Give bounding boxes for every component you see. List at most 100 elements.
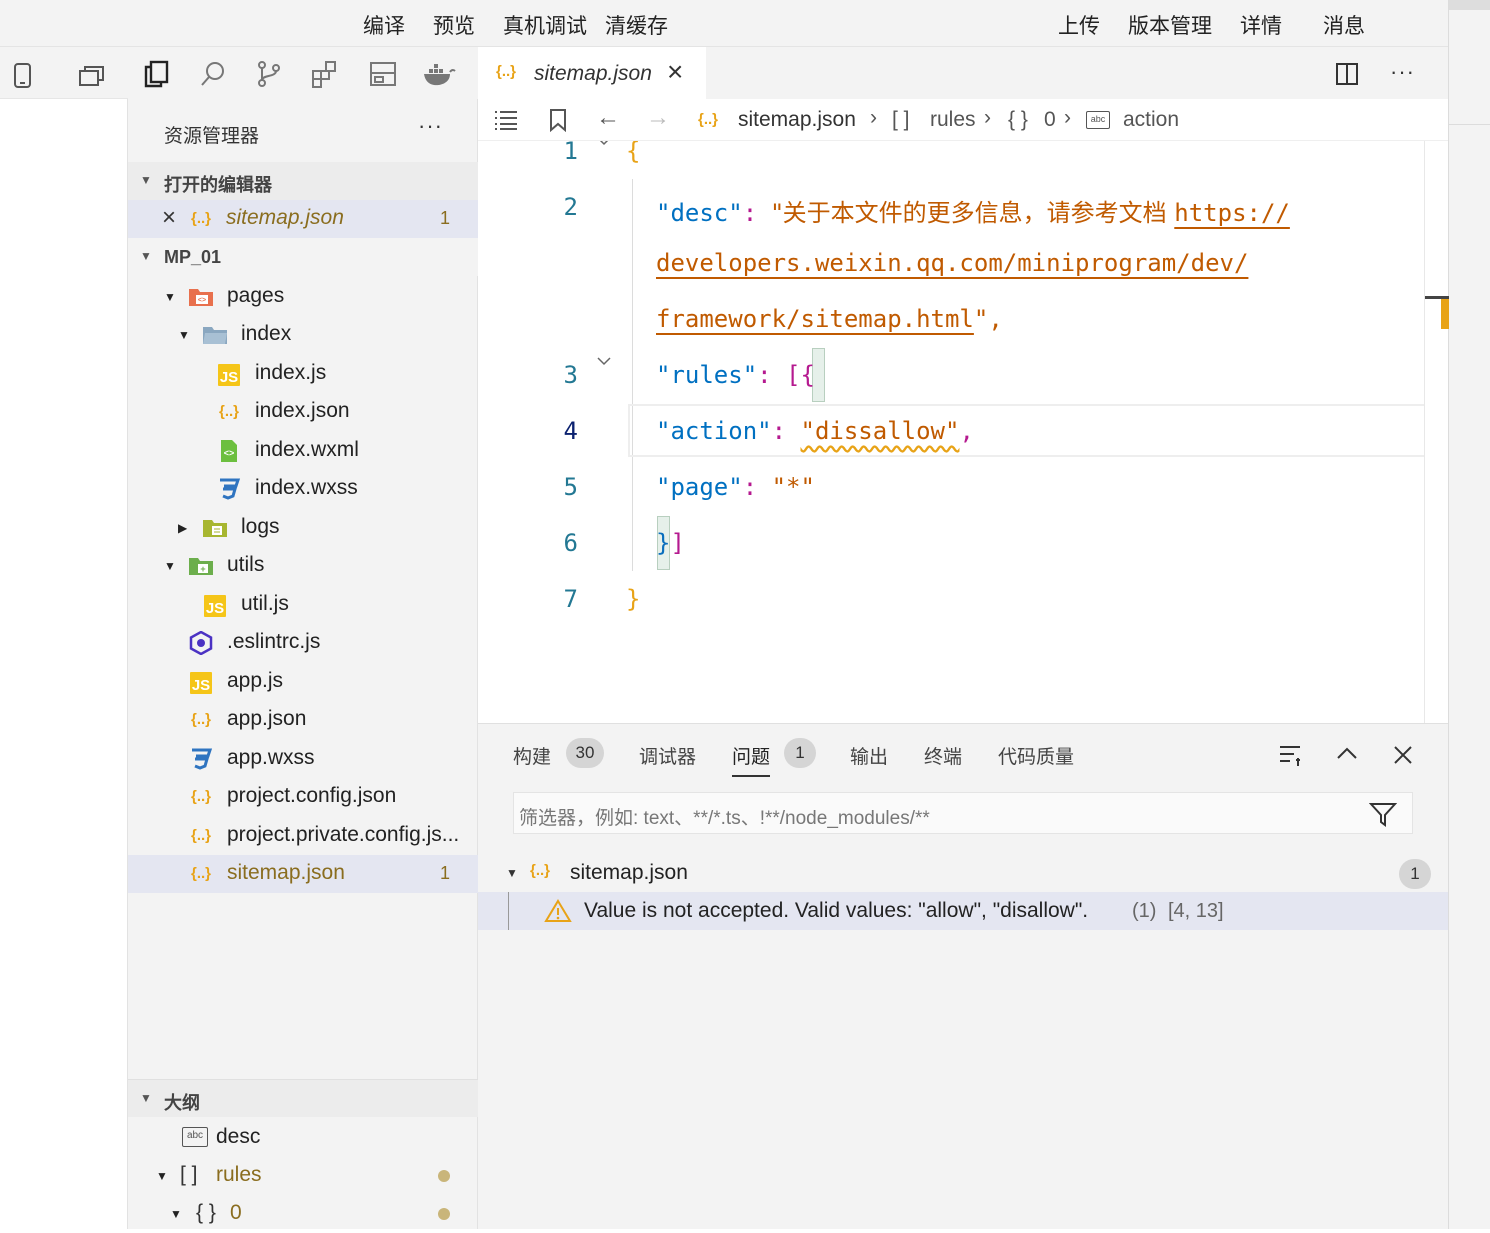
back-arrow-icon[interactable]: ← <box>596 104 620 132</box>
svg-text:+: + <box>200 564 205 574</box>
breadcrumb-index[interactable]: 0 <box>1044 108 1056 132</box>
tree-item-app-json[interactable]: {..} app.json <box>128 701 478 739</box>
filter-placeholder: 筛选器，例如: text、**/*.ts、!**/node_modules/** <box>519 808 930 829</box>
tree-item-label: project.private.config.js... <box>227 823 460 846</box>
preview-button[interactable]: 预览 <box>433 10 475 40</box>
source-control-icon[interactable] <box>254 59 284 89</box>
details-button[interactable]: 详情 <box>1240 10 1282 40</box>
list-icon[interactable] <box>493 109 519 131</box>
chevron-right-icon: › <box>1064 106 1071 129</box>
editor-scrollbar[interactable] <box>1424 141 1449 723</box>
tree-item-project-config[interactable]: {..} project.config.json <box>128 778 478 816</box>
object-symbol-icon: { } <box>1008 108 1028 131</box>
tree-item-app-wxss[interactable]: app.wxss <box>128 740 478 778</box>
more-actions-icon[interactable]: ··· <box>418 113 443 139</box>
tab-sitemap-json[interactable]: {..} sitemap.json × <box>478 47 706 99</box>
line-number: 2 <box>563 193 578 221</box>
code-line-4: "action": "dissallow", <box>656 417 974 445</box>
close-tab-icon[interactable]: × <box>667 56 683 88</box>
filter-icon[interactable] <box>1369 801 1397 827</box>
files-icon[interactable] <box>142 59 172 89</box>
fold-chevron-icon[interactable] <box>596 141 612 147</box>
problem-message: Value is not accepted. Valid values: "al… <box>584 899 1089 922</box>
breadcrumb-file[interactable]: sitemap.json <box>738 108 856 132</box>
tab-code-quality[interactable]: 代码质量 <box>998 742 1074 769</box>
json-file-icon: {..} <box>190 711 211 728</box>
close-icon[interactable]: × <box>162 204 176 232</box>
outline-section[interactable]: ▼ 大纲 <box>128 1079 478 1117</box>
line-number: 1 <box>563 141 578 165</box>
code-editor[interactable]: 1 2 3 4 5 6 7 { "desc": "关于本文件的更多信息，请参考文… <box>478 141 1424 723</box>
tree-item-index-json[interactable]: {..} index.json <box>128 393 478 431</box>
windows-icon[interactable] <box>78 64 106 88</box>
tab-output[interactable]: 输出 <box>850 742 888 769</box>
problem-row[interactable]: Value is not accepted. Valid values: "al… <box>478 892 1448 930</box>
svg-text:<>: <> <box>224 448 235 458</box>
tab-build[interactable]: 构建 <box>513 742 551 769</box>
eslint-icon <box>189 631 213 655</box>
split-editor-icon[interactable] <box>1335 62 1359 86</box>
outline-item-label: rules <box>216 1163 262 1186</box>
messages-button[interactable]: 消息 <box>1323 10 1365 40</box>
project-section[interactable]: ▼ MP_01 <box>128 238 478 276</box>
tree-item-app-js[interactable]: JS app.js <box>128 663 478 701</box>
clear-cache-button[interactable]: 清缓存 <box>605 10 668 40</box>
json-file-icon: {..} <box>190 788 211 805</box>
breadcrumb-rules[interactable]: rules <box>930 108 976 132</box>
bottom-panel: 构建 30 调试器 问题 1 输出 终端 代码质量 筛选器，例如: text、*… <box>478 723 1448 1229</box>
open-editor-item[interactable]: × {..} sitemap.json 1 <box>128 200 478 238</box>
tree-item-index-js[interactable]: JS index.js <box>128 355 478 393</box>
collapse-all-icon[interactable] <box>1278 744 1302 768</box>
close-panel-icon[interactable] <box>1392 744 1414 766</box>
tree-item-logs[interactable]: ▶ logs <box>128 509 478 547</box>
tree-item-project-private-config[interactable]: {..} project.private.config.js... <box>128 817 478 855</box>
maximize-panel-icon[interactable] <box>1336 746 1358 760</box>
caret-down-icon: ▼ <box>170 1207 182 1221</box>
warning-squiggle: "dissallow" <box>800 417 960 445</box>
js-file-icon: JS <box>204 595 226 617</box>
tree-item-label: project.config.json <box>227 784 397 807</box>
outline-item-rules[interactable]: ▼ [ ] rules <box>128 1157 478 1195</box>
tree-item-label: app.json <box>227 707 307 730</box>
editor-more-icon[interactable]: ··· <box>1390 59 1415 85</box>
folder-open-icon <box>203 327 227 344</box>
tree-item-index-folder[interactable]: ▼ index <box>128 316 478 354</box>
search-icon[interactable] <box>198 59 228 89</box>
tree-item-index-wxml[interactable]: <> index.wxml <box>128 432 478 470</box>
phone-icon[interactable] <box>12 62 34 90</box>
compile-button[interactable]: 编译 <box>363 10 405 40</box>
tree-item-pages[interactable]: ▼ <> pages <box>128 278 478 316</box>
css-file-icon <box>192 748 213 770</box>
upload-button[interactable]: 上传 <box>1058 10 1100 40</box>
code-line-5: "page": "*" <box>656 473 815 501</box>
problems-count-badge: 1 <box>784 738 816 768</box>
extensions-icon[interactable] <box>310 59 340 89</box>
problems-filter-input[interactable]: 筛选器，例如: text、**/*.ts、!**/node_modules/** <box>513 792 1413 834</box>
tab-terminal[interactable]: 终端 <box>924 742 962 769</box>
tree-item-eslintrc[interactable]: .eslintrc.js <box>128 624 478 662</box>
tree-item-utils[interactable]: ▼ + utils <box>128 547 478 585</box>
tree-item-label: index.json <box>255 399 350 422</box>
tree-item-index-wxss[interactable]: index.wxss <box>128 470 478 508</box>
object-symbol-icon: { } <box>196 1201 216 1224</box>
problem-count-badge: 1 <box>440 863 451 883</box>
forward-arrow-icon[interactable]: → <box>646 104 670 132</box>
tab-problems[interactable]: 问题 <box>732 742 771 777</box>
problem-file-row[interactable]: ▼ {..} sitemap.json 1 <box>478 854 1448 892</box>
open-editors-section[interactable]: ▼ 打开的编辑器 <box>128 162 478 200</box>
bookmark-icon[interactable] <box>548 108 568 132</box>
tree-item-util-js[interactable]: JS util.js <box>128 586 478 624</box>
fold-chevron-icon[interactable] <box>596 357 612 367</box>
tree-item-sitemap-json[interactable]: {..} sitemap.json 1 <box>128 855 478 893</box>
outline-item-desc[interactable]: abc desc <box>128 1119 478 1157</box>
layout-icon[interactable] <box>368 59 398 89</box>
docker-icon[interactable] <box>422 59 456 89</box>
version-management-button[interactable]: 版本管理 <box>1128 10 1212 40</box>
modified-dot-icon <box>438 1208 450 1220</box>
open-editor-filename: sitemap.json <box>226 206 344 229</box>
device-debug-button[interactable]: 真机调试 <box>503 10 587 40</box>
tab-debugger[interactable]: 调试器 <box>639 742 696 769</box>
outline-item-label: 0 <box>230 1201 242 1224</box>
outline-item-0[interactable]: ▼ { } 0 <box>128 1195 478 1233</box>
breadcrumb-action[interactable]: action <box>1123 108 1179 132</box>
